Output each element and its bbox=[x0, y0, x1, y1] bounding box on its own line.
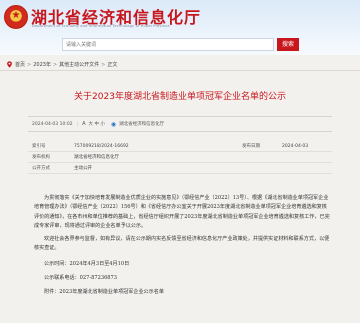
info-key: 索引号 bbox=[32, 144, 46, 149]
search-input[interactable] bbox=[62, 38, 274, 51]
source-label: 湖北省经济和信息化厅 bbox=[119, 122, 165, 127]
article-body: 为贯彻落实《关于加快培育发展制造业优质企业的实施意见》（鄂经信产业〔2022〕1… bbox=[34, 194, 330, 298]
breadcrumb-separator: > bbox=[27, 61, 32, 68]
attachment-link[interactable]: 附件：2023年度湖北省制造业单项冠军企业公示名单 bbox=[34, 288, 330, 297]
site-header: 湖北省经济和信息化厅 Department of Economy and Inf… bbox=[0, 0, 360, 55]
site-subtitle: Department of Economy and Information Te… bbox=[32, 24, 170, 28]
breadcrumb-year[interactable]: 2023年 bbox=[33, 61, 51, 68]
location-pin-icon bbox=[7, 61, 12, 68]
publish-date: 2024-04-03 10:02 bbox=[32, 121, 73, 127]
search-button[interactable]: 搜索 bbox=[277, 38, 299, 51]
info-row: 发布机构 湖北省经济和信息化厅 bbox=[28, 152, 332, 163]
breadcrumb-category[interactable]: 其他主动公开文件 bbox=[59, 61, 99, 68]
info-key: 公开方式 bbox=[32, 166, 50, 171]
font-size-icon: A bbox=[82, 121, 86, 127]
body-paragraph: 欢迎社会各界参与监督，如有异议，请在公示期内实名反馈至省经济和信息化厅产业政策处… bbox=[34, 236, 330, 252]
contact-phone: 公示联系电话：027-87236873 bbox=[44, 275, 118, 282]
breadcrumb-current: 正文 bbox=[107, 62, 118, 68]
national-emblem-icon bbox=[4, 5, 28, 29]
info-value: 757009218/2024-16692 bbox=[74, 143, 129, 149]
share-icon[interactable]: ◉ bbox=[111, 121, 116, 128]
info-value: 2024-04-03 bbox=[282, 143, 309, 149]
info-value: 主动公开 bbox=[74, 166, 92, 171]
breadcrumb-separator: > bbox=[101, 61, 106, 68]
info-table: 索引号 757009218/2024-16692 发布日期 2024-04-03… bbox=[28, 141, 332, 174]
info-key: 发布机构 bbox=[32, 155, 50, 160]
meta-divider: | bbox=[76, 121, 79, 127]
info-row: 索引号 757009218/2024-16692 发布日期 2024-04-03 bbox=[28, 141, 332, 152]
divider bbox=[0, 70, 360, 71]
breadcrumb: 首页 > 2023年 > 其他主动公开文件 > 正文 bbox=[6, 61, 117, 68]
font-size-switch[interactable]: 大 中 小 bbox=[89, 121, 105, 127]
article-title: 关于2023年度湖北省制造业单项冠军企业名单的公示 bbox=[74, 92, 286, 102]
publicity-period: 公示时间：2024年4月3日至4月10日 bbox=[44, 260, 130, 267]
info-value: 湖北省经济和信息化厅 bbox=[74, 155, 119, 160]
info-key: 发布日期 bbox=[242, 144, 260, 149]
breadcrumb-home[interactable]: 首页 bbox=[15, 61, 25, 68]
article-meta: 2024-04-03 10:02 | A 大 中 小 ◉ 湖北省经济和信息化厅 bbox=[28, 116, 332, 132]
body-paragraph: 为贯彻落实《关于加快培育发展制造业优质企业的实施意见》（鄂经信产业〔2022〕1… bbox=[34, 195, 330, 229]
breadcrumb-separator: > bbox=[52, 61, 58, 68]
info-row: 公开方式 主动公开 bbox=[28, 163, 332, 174]
